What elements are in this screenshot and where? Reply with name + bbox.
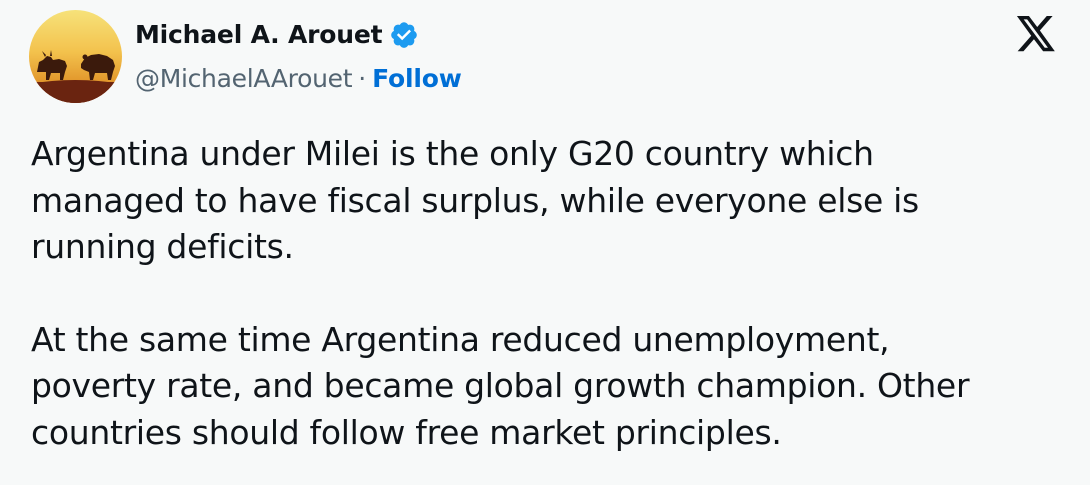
tweet-card: Michael A. Arouet @MichaelAArouet · Foll… (0, 0, 1090, 485)
tweet-paragraph: Argentina under Milei is the only G20 co… (31, 134, 919, 266)
author-avatar[interactable] (29, 10, 122, 103)
name-row: Michael A. Arouet (135, 14, 462, 54)
tweet-paragraph: At the same time Argentina reduced unemp… (31, 319, 970, 452)
author-display-name[interactable]: Michael A. Arouet (135, 20, 383, 49)
bull-and-bear-avatar-icon (29, 10, 122, 103)
separator-dot: · (358, 63, 367, 93)
author-identity: Michael A. Arouet @MichaelAArouet · Foll… (135, 14, 462, 98)
handle-row: @MichaelAArouet · Follow (135, 58, 462, 98)
verified-badge-icon[interactable] (389, 20, 419, 50)
x-logo-icon[interactable] (1015, 16, 1057, 54)
follow-button[interactable]: Follow (372, 64, 462, 93)
author-handle[interactable]: @MichaelAArouet (135, 64, 353, 93)
tweet-text: Argentina under Milei is the only G20 co… (31, 131, 1061, 456)
